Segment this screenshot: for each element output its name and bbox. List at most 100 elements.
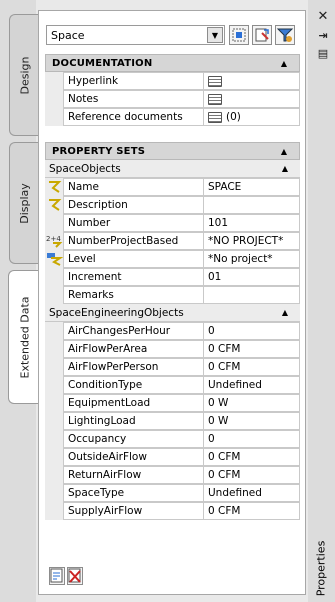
- property-value[interactable]: 0 W: [203, 412, 300, 430]
- property-name: AirFlowPerPerson: [63, 358, 204, 376]
- formula-property-icon: 2+4: [46, 235, 63, 248]
- reference-documents-value[interactable]: (0): [203, 108, 300, 126]
- property-value[interactable]: 0 CFM: [203, 340, 300, 358]
- tab-display[interactable]: Display: [9, 142, 39, 264]
- property-row[interactable]: AirFlowPerPerson 0 CFM: [45, 358, 300, 376]
- document-icon: [208, 111, 222, 123]
- spaceobjects-title: SpaceObjects: [49, 163, 121, 175]
- properties-menu-icon[interactable]: ▤: [316, 46, 330, 60]
- property-value[interactable]: [203, 196, 300, 214]
- property-value[interactable]: *No project*: [203, 250, 300, 268]
- property-value[interactable]: 0 CFM: [203, 466, 300, 484]
- property-value[interactable]: 0 CFM: [203, 502, 300, 520]
- property-row-hyperlink[interactable]: Hyperlink: [45, 72, 300, 90]
- property-name: SpaceType: [63, 484, 204, 502]
- property-value[interactable]: *NO PROJECT*: [203, 232, 300, 250]
- property-name: Name: [63, 178, 204, 196]
- property-name: Notes: [63, 90, 204, 108]
- documentation-section-header[interactable]: DOCUMENTATION ▲: [45, 54, 300, 72]
- property-name: Number: [63, 214, 204, 232]
- property-name: OutsideAirFlow: [63, 448, 204, 466]
- properties-palette: Design Display Extended Data Space ▼ DOC…: [0, 0, 335, 602]
- property-row-increment[interactable]: Increment 01: [45, 268, 300, 286]
- property-value[interactable]: 0 CFM: [203, 448, 300, 466]
- property-row[interactable]: OutsideAirFlow 0 CFM: [45, 448, 300, 466]
- property-sets-title: PROPERTY SETS: [52, 146, 146, 157]
- property-value[interactable]: Undefined: [203, 376, 300, 394]
- project-property-icon: [47, 253, 64, 266]
- tab-design[interactable]: Design: [9, 14, 39, 136]
- property-row[interactable]: SpaceType Undefined: [45, 484, 300, 502]
- palette-titlebar: ✕ ⇥ ▤ Properties: [308, 0, 335, 602]
- property-value[interactable]: [203, 286, 300, 304]
- chevron-down-icon[interactable]: ▼: [207, 27, 223, 43]
- property-row[interactable]: LightingLoad 0 W: [45, 412, 300, 430]
- property-name: Description: [63, 196, 204, 214]
- property-name: AirChangesPerHour: [63, 322, 204, 340]
- property-row[interactable]: ConditionType Undefined: [45, 376, 300, 394]
- object-type-dropdown[interactable]: Space ▼: [46, 25, 225, 45]
- property-value[interactable]: Undefined: [203, 484, 300, 502]
- spaceengineeringobjects-header[interactable]: SpaceEngineeringObjects ▲: [45, 304, 300, 322]
- documentation-title: DOCUMENTATION: [52, 58, 153, 69]
- remove-property-set-icon: [68, 568, 81, 583]
- property-value[interactable]: 0: [203, 430, 300, 448]
- property-name: Remarks: [63, 286, 204, 304]
- automatic-property-icon: [49, 181, 62, 193]
- add-property-sets-button[interactable]: [49, 567, 65, 585]
- property-row-description[interactable]: Description: [45, 196, 300, 214]
- add-property-set-icon: [50, 568, 63, 583]
- hyperlink-value[interactable]: [203, 72, 300, 90]
- svg-text:2+4: 2+4: [46, 235, 61, 243]
- palette-title: Properties: [314, 541, 331, 602]
- property-row-reference-documents[interactable]: Reference documents (0): [45, 108, 300, 126]
- property-row[interactable]: EquipmentLoad 0 W: [45, 394, 300, 412]
- object-type-value: Space: [51, 29, 85, 42]
- close-icon[interactable]: ✕: [316, 9, 330, 24]
- property-value[interactable]: 0: [203, 322, 300, 340]
- property-row-notes[interactable]: Notes: [45, 90, 300, 108]
- select-objects-button[interactable]: [229, 25, 249, 45]
- tab-strip: Design Display Extended Data: [0, 0, 40, 602]
- property-row[interactable]: AirFlowPerArea 0 CFM: [45, 340, 300, 358]
- collapse-icon[interactable]: ▲: [282, 308, 288, 317]
- tab-extended-data[interactable]: Extended Data: [8, 270, 40, 404]
- remove-property-sets-button[interactable]: [67, 567, 83, 585]
- property-value[interactable]: 01: [203, 268, 300, 286]
- automatic-property-icon: [49, 199, 62, 211]
- property-name: EquipmentLoad: [63, 394, 204, 412]
- property-name: Hyperlink: [63, 72, 204, 90]
- property-row-numberprojectbased[interactable]: 2+4 NumberProjectBased *NO PROJECT*: [45, 232, 300, 250]
- notes-value[interactable]: [203, 90, 300, 108]
- filter-button[interactable]: [275, 25, 295, 45]
- property-value[interactable]: 0 W: [203, 394, 300, 412]
- collapse-icon[interactable]: ▲: [281, 147, 287, 156]
- property-value[interactable]: 101: [203, 214, 300, 232]
- property-row-level[interactable]: Level *No project*: [45, 250, 300, 268]
- tab-display-label: Display: [18, 182, 32, 224]
- select-objects-icon: [232, 28, 246, 42]
- quick-select-button[interactable]: [252, 25, 272, 45]
- property-name: AirFlowPerArea: [63, 340, 204, 358]
- property-name: SupplyAirFlow: [63, 502, 204, 520]
- property-row-name[interactable]: Name SPACE: [45, 178, 300, 196]
- auto-hide-icon[interactable]: ⇥: [316, 28, 330, 42]
- property-row-number[interactable]: Number 101: [45, 214, 300, 232]
- collapse-icon[interactable]: ▲: [282, 164, 288, 173]
- collapse-icon[interactable]: ▲: [281, 59, 287, 68]
- tab-extended-data-label: Extended Data: [18, 295, 32, 379]
- property-row[interactable]: SupplyAirFlow 0 CFM: [45, 502, 300, 520]
- property-value[interactable]: SPACE: [203, 178, 300, 196]
- filter-icon: [276, 28, 294, 42]
- property-row[interactable]: Occupancy 0: [45, 430, 300, 448]
- property-name: NumberProjectBased: [63, 232, 204, 250]
- property-value[interactable]: 0 CFM: [203, 358, 300, 376]
- property-sets-section-header[interactable]: PROPERTY SETS ▲: [45, 142, 300, 160]
- property-name: Occupancy: [63, 430, 204, 448]
- spaceobjects-header[interactable]: SpaceObjects ▲: [45, 160, 300, 178]
- property-panel: Space ▼ DOCUMENTATION ▲ Hyperlink Notes …: [38, 10, 306, 595]
- property-row[interactable]: ReturnAirFlow 0 CFM: [45, 466, 300, 484]
- property-row[interactable]: AirChangesPerHour 0: [45, 322, 300, 340]
- document-icon: [208, 75, 222, 87]
- property-row-remarks[interactable]: Remarks: [45, 286, 300, 304]
